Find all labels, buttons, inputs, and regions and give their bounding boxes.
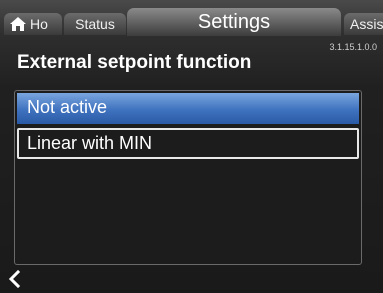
back-chevron-icon[interactable] xyxy=(4,268,26,290)
option-list: Not active Linear with MIN xyxy=(14,90,362,265)
option-linear-with-min[interactable]: Linear with MIN xyxy=(17,128,359,159)
tab-status[interactable]: Status xyxy=(64,13,126,35)
tab-assist-label: Assist xyxy=(350,16,383,32)
version-label: 3.1.15.1.0.0 xyxy=(329,42,377,52)
option-label: Linear with MIN xyxy=(27,133,153,153)
tab-settings-label: Settings xyxy=(197,11,271,33)
tab-settings[interactable]: Settings xyxy=(127,8,341,36)
page-title: External setpoint function xyxy=(17,52,252,73)
screen: Ho Status Settings Assist 3.1.15.1.0.0 E… xyxy=(0,0,383,293)
option-label: Not active xyxy=(27,97,108,117)
tab-home[interactable]: Ho xyxy=(4,13,62,35)
tab-bar: Ho Status Settings Assist xyxy=(0,0,383,40)
tab-status-label: Status xyxy=(75,16,115,32)
tab-home-label: Ho xyxy=(30,16,48,32)
option-not-active[interactable]: Not active xyxy=(17,93,359,124)
tab-assist[interactable]: Assist xyxy=(344,13,383,35)
home-icon xyxy=(10,17,26,31)
